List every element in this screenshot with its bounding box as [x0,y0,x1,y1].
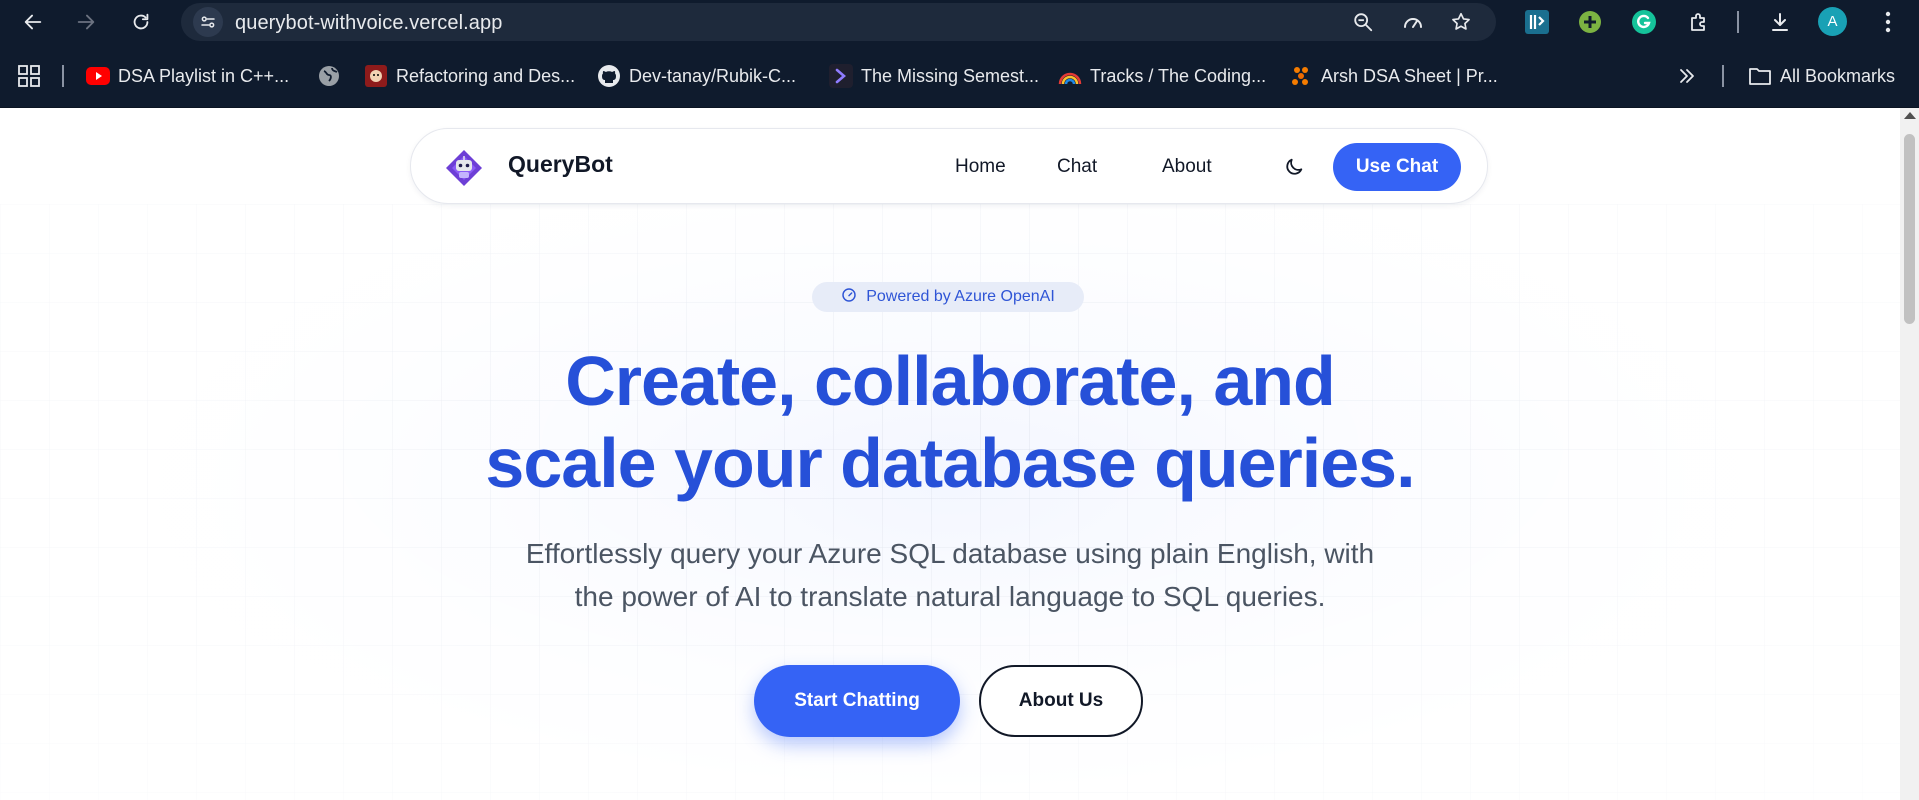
menu-kebab-icon[interactable] [1874,8,1902,36]
bookmark-label: Arsh DSA Sheet | Pr... [1321,65,1498,86]
performance-icon[interactable] [1401,10,1425,34]
profile-avatar[interactable]: A [1818,7,1847,36]
extension-plus-icon[interactable] [1576,8,1604,36]
github-icon [597,64,621,88]
site-info-icon[interactable] [193,7,223,37]
bookmark-refactoring[interactable]: Refactoring and Des... [364,63,575,89]
nav-chat-link[interactable]: Chat [1057,156,1097,178]
bookmark-label: Dev-tanay/Rubik-C... [629,65,797,86]
headline-line: scale your database queries. [485,424,1415,502]
bookmarks-bar: DSA Playlist in C++... Refactoring and D… [0,44,1919,108]
globe-icon [317,64,341,88]
brand-name[interactable]: QueryBot [508,151,613,178]
bookmark-dsa-playlist[interactable]: DSA Playlist in C++... [86,63,289,89]
bookmarks-separator [62,65,64,87]
star-icon[interactable] [1449,10,1473,34]
subtitle-line: Effortlessly query your Azure SQL databa… [525,538,1375,569]
page-scrollbar[interactable] [1900,108,1919,800]
address-bar[interactable]: querybot-withvoice.vercel.app [181,3,1496,41]
youtube-icon [86,64,110,88]
nav-about-link[interactable]: About [1162,156,1212,178]
back-icon[interactable] [17,6,49,38]
robot-logo-icon[interactable] [444,148,484,188]
url-text[interactable]: querybot-withvoice.vercel.app [235,12,502,35]
hero-headline: Create, collaborate, and scale your data… [0,340,1900,504]
bookmark-label: The Missing Semest... [861,65,1040,86]
bookmarks-separator [1722,65,1724,87]
moon-icon[interactable] [1281,154,1307,180]
bookmark-label: DSA Playlist in C++... [118,65,290,86]
gauge-icon [841,287,857,308]
apps-grid-icon[interactable] [18,63,40,89]
powered-by-badge: Powered by Azure OpenAI [812,282,1084,312]
extensions-puzzle-icon[interactable] [1685,8,1713,36]
bookmark-missing-semester[interactable]: The Missing Semest... [829,63,1039,89]
rainbow-icon [1058,64,1082,88]
bookmark-label: Refactoring and Des... [396,65,576,86]
scroll-thumb[interactable] [1904,134,1915,324]
start-chatting-button[interactable]: Start Chatting [754,665,960,737]
subtitle-line: the power of AI to translate natural lan… [574,581,1326,612]
hero-subtitle: Effortlessly query your Azure SQL databa… [0,532,1900,618]
toolbar-separator [1737,11,1739,33]
folder-icon [1748,64,1772,88]
bookmark-rubik[interactable]: Dev-tanay/Rubik-C... [597,63,796,89]
use-chat-button[interactable]: Use Chat [1333,143,1461,191]
about-us-button[interactable]: About Us [979,665,1143,737]
chevron-prompt-icon [829,64,853,88]
all-bookmarks-label: All Bookmarks [1780,65,1896,86]
bookmark-tracks[interactable]: Tracks / The Coding... [1058,63,1266,89]
zoom-icon[interactable] [1351,10,1375,34]
scroll-up-arrow-icon[interactable] [1904,112,1916,119]
forward-icon[interactable] [70,6,102,38]
bookmarks-overflow-icon[interactable] [1678,63,1696,89]
browser-toolbar: querybot-withvoice.vercel.app A [0,0,1919,44]
bookmark-label: Tracks / The Coding... [1090,65,1267,86]
bookmark-arsh-dsa[interactable]: Arsh DSA Sheet | Pr... [1289,63,1498,89]
download-icon[interactable] [1766,8,1794,36]
extension-grammarly-icon[interactable] [1630,8,1658,36]
arsh-dsa-icon [1289,64,1313,88]
headline-line: Create, collaborate, and [565,342,1336,420]
refactoring-guru-icon [364,64,388,88]
site-navbar: QueryBot Home Chat About Use Chat [410,128,1488,204]
reload-icon[interactable] [125,6,157,38]
nav-home-link[interactable]: Home [955,156,1006,178]
bookmark-globe[interactable] [317,63,341,89]
all-bookmarks-button[interactable]: All Bookmarks [1748,63,1895,89]
page-viewport: QueryBot Home Chat About Use Chat Powere… [0,108,1900,800]
extension-rise-icon[interactable] [1523,8,1551,36]
badge-text: Powered by Azure OpenAI [866,288,1055,305]
